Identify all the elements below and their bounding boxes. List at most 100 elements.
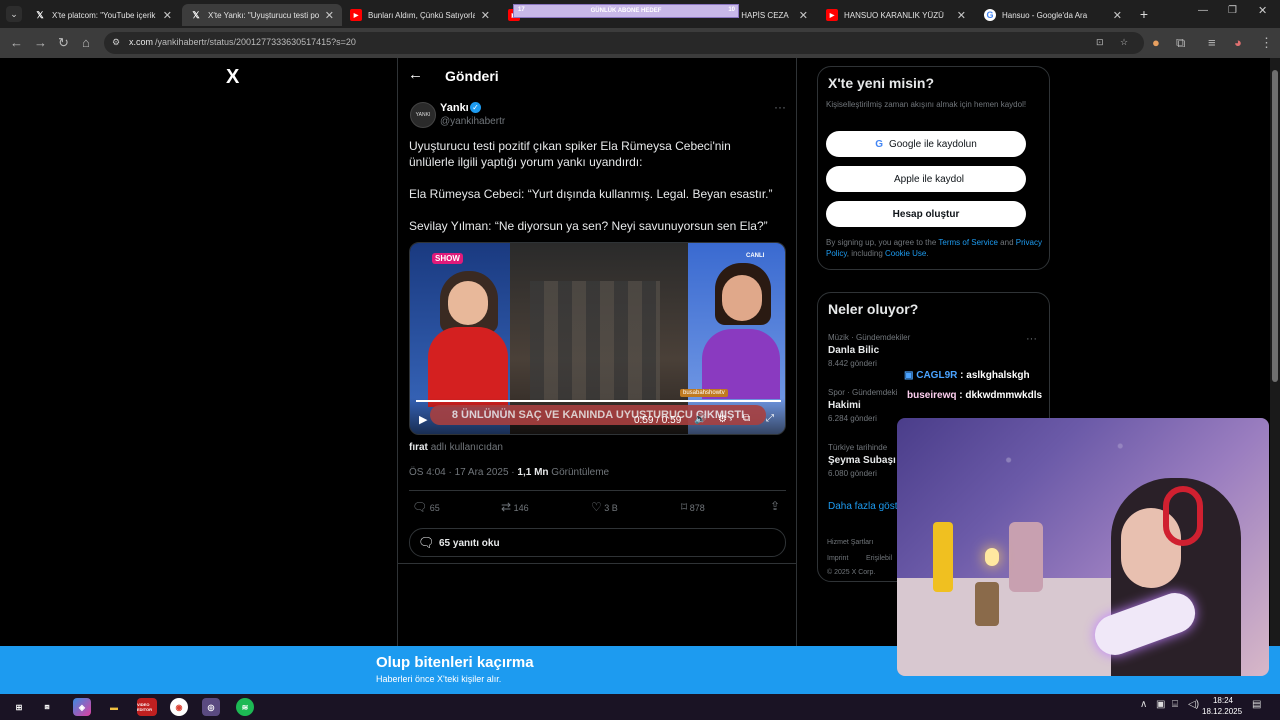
back-icon[interactable]: ← xyxy=(10,35,23,50)
read-replies-label: 65 yanıtı oku xyxy=(439,538,500,549)
tab-yanki[interactable]: 𝕏 X'te Yankı: "Uyuşturucu testi po ✕ xyxy=(182,4,342,26)
back-arrow-icon[interactable]: ← xyxy=(408,66,423,83)
scrollbar-thumb[interactable] xyxy=(1272,70,1278,382)
author-name[interactable]: Yankı xyxy=(440,102,469,114)
read-replies-button[interactable]: 🗨 65 yanıtı oku xyxy=(409,528,786,557)
more-options-icon[interactable]: ··· xyxy=(774,100,786,114)
notifications-icon[interactable]: ▤ xyxy=(1252,699,1261,710)
show-more-link[interactable]: Daha fazla göst xyxy=(828,501,898,512)
close-icon[interactable]: ✕ xyxy=(799,9,808,22)
url-domain: x.com xyxy=(129,37,154,47)
fullscreen-icon[interactable]: ⤢ xyxy=(766,413,774,424)
video-player[interactable]: SHOW CANLI busabahshowtv 8 ÜNLÜNÜN SAÇ V… xyxy=(409,242,786,435)
web-tag: busabahshowtv xyxy=(680,389,728,397)
close-icon[interactable]: ✕ xyxy=(481,9,490,22)
avatar[interactable]: YANKI xyxy=(410,102,436,128)
chrome-icon[interactable]: ◉ xyxy=(170,698,188,716)
reply-button[interactable]: 🗨 65 xyxy=(412,500,440,514)
chat-message: buseirewq : dkkwdmmwkdls xyxy=(907,390,1043,401)
network-icon[interactable]: ⌸ xyxy=(1172,699,1178,710)
tab-hansuo-google[interactable]: G Hansuo - Google'da Ara ✕ xyxy=(976,4,1130,26)
new-tab-button[interactable]: + xyxy=(1136,6,1152,22)
close-icon[interactable]: ✕ xyxy=(1113,9,1122,22)
video-editor-icon[interactable]: VIDEO EDITOR xyxy=(137,698,157,716)
spotify-icon[interactable]: ≋ xyxy=(236,698,254,716)
forward-icon[interactable]: → xyxy=(34,35,47,50)
window-close-button[interactable]: ✕ xyxy=(1258,4,1267,17)
tray-chevron-icon[interactable]: ∧ xyxy=(1140,699,1147,710)
windows-start-icon[interactable]: ⊞ xyxy=(10,698,28,716)
file-explorer-icon[interactable]: ▬ xyxy=(105,698,123,716)
post-timestamp[interactable]: ÖS 4:04 · 17 Ara 2025 · xyxy=(409,467,517,478)
copilot-icon[interactable]: ◈ xyxy=(73,698,91,716)
x-logo[interactable]: X xyxy=(226,66,239,89)
close-icon[interactable]: ✕ xyxy=(163,9,172,22)
tray-app-icon[interactable]: ▣ xyxy=(1156,699,1165,710)
signup-subtitle: Kişiselleştirilmiş zaman akışını almak i… xyxy=(826,100,1027,109)
volume-icon[interactable]: 🔊 xyxy=(694,414,706,425)
volume-icon[interactable]: ◁) xyxy=(1188,699,1199,710)
install-app-icon[interactable]: ⊡ xyxy=(1096,37,1104,48)
google-signup-label: Google ile kaydolun xyxy=(888,138,977,150)
obs-icon[interactable]: ◎ xyxy=(202,698,220,716)
home-icon[interactable]: ⌂ xyxy=(82,35,90,50)
clock-time[interactable]: 18:24 xyxy=(1204,696,1242,705)
media-control-icon[interactable]: ≡ xyxy=(1208,35,1216,50)
close-icon[interactable]: ✕ xyxy=(957,9,966,22)
page-scrollbar[interactable] xyxy=(1270,58,1280,646)
bookmark-star-icon[interactable]: ☆ xyxy=(1120,37,1128,48)
google-signup-button[interactable]: G Google ile kaydolun xyxy=(826,131,1026,157)
settings-gear-icon[interactable]: ⚙ xyxy=(718,414,727,425)
create-account-label: Hesap oluştur xyxy=(892,208,960,220)
chat-text: aslkghalskgh xyxy=(966,370,1030,381)
footer-imprint-link[interactable]: Imprint xyxy=(827,555,848,562)
extension-icon[interactable]: ● xyxy=(1152,35,1160,50)
tab-search-button[interactable]: ⌄ xyxy=(6,6,22,22)
tab-platcom[interactable]: 𝕏 X'te platcom: "YouTube içerik ü ✕ xyxy=(26,4,180,26)
minimize-button[interactable]: — xyxy=(1198,5,1208,16)
share-icon[interactable]: ⇪ xyxy=(770,499,780,513)
heart-icon: ♡ xyxy=(591,500,602,514)
play-icon[interactable]: ▶ xyxy=(419,413,427,426)
create-account-button[interactable]: Hesap oluştur xyxy=(826,201,1026,227)
trend-name: Hakimi xyxy=(828,400,861,411)
user-tag-name[interactable]: fırat xyxy=(409,442,428,453)
tab-bunlari-aldim[interactable]: ▶ Bunları Aldım, Çünkü Satıyorlar ✕ xyxy=(342,4,498,26)
cup xyxy=(975,582,999,626)
site-info-icon[interactable]: ⚙ xyxy=(112,37,120,48)
bookmark-button[interactable]: ⌑ 878 xyxy=(681,500,705,514)
banner-title: Olup bitenleri kaçırma xyxy=(376,654,534,671)
presenter-face xyxy=(448,281,488,325)
like-button[interactable]: ♡ 3 B xyxy=(591,500,618,514)
author-handle[interactable]: @yankihabertr xyxy=(440,116,505,127)
post-text-2: Ela Rümeysa Cebeci: “Yurt dışında kullan… xyxy=(409,187,773,201)
google-icon: G xyxy=(984,9,996,21)
video-headline: 8 ÜNLÜNÜN SAÇ VE KANINDA UYUŞTURUCU ÇIKM… xyxy=(430,405,766,425)
goal-target: 10 xyxy=(728,7,735,13)
close-icon[interactable]: ✕ xyxy=(325,9,334,22)
guest-face xyxy=(722,275,762,321)
task-view-icon[interactable]: ⧈ xyxy=(38,698,56,716)
terms-link[interactable]: Terms of Service xyxy=(938,238,998,247)
footer-accessibility-link[interactable]: Erişilebil xyxy=(866,555,892,562)
pip-icon[interactable]: ⧉ xyxy=(743,413,750,424)
profile-avatar[interactable]: ◕ xyxy=(1234,35,1242,50)
cookie-link[interactable]: Cookie Use xyxy=(885,249,926,258)
footer-terms-link[interactable]: Hizmet Şartları xyxy=(827,539,873,546)
menu-icon[interactable]: ⋮ xyxy=(1260,35,1273,51)
apple-signup-button[interactable]: Apple ile kaydol xyxy=(826,166,1026,192)
reload-icon[interactable]: ↻ xyxy=(58,35,69,51)
clock-date[interactable]: 18.12.2025 xyxy=(1202,707,1242,716)
trend-more-icon[interactable]: ··· xyxy=(1026,333,1037,345)
extensions-puzzle-icon[interactable]: ⧉ xyxy=(1176,35,1185,51)
x-icon: 𝕏 xyxy=(192,9,200,20)
apple-signup-label: Apple ile kaydol xyxy=(893,173,965,185)
video-progress-track[interactable] xyxy=(416,400,781,402)
tab-hansuo-karanlik[interactable]: ▶ HANSUO KARANLIK YÜZÜ ✕ xyxy=(818,4,974,26)
signup-card: X'te yeni misin? Kişiselleştirilmiş zama… xyxy=(817,66,1050,270)
address-bar[interactable]: ⚙ x.com /yankihabertr/status/20012773336… xyxy=(104,32,1144,54)
post-text-3: Sevilay Yılman: “Ne diyorsun ya sen? Ney… xyxy=(409,219,768,233)
repost-button[interactable]: ⇄ 146 xyxy=(501,500,529,514)
post-text-1: Uyuşturucu testi pozitif çıkan spiker El… xyxy=(409,139,731,169)
restore-button[interactable]: ❐ xyxy=(1228,5,1237,16)
